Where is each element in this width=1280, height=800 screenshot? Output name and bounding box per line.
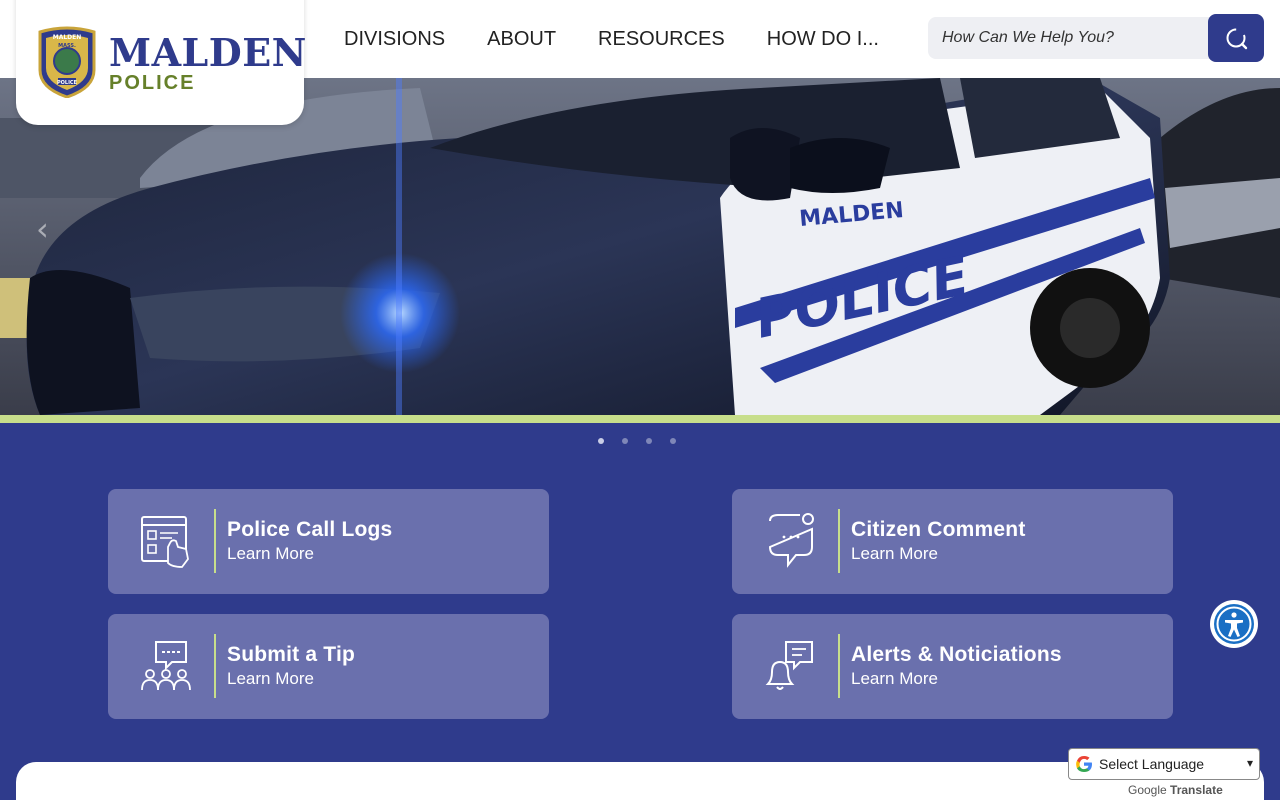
badge-text-mid: MASS. (58, 43, 76, 49)
card-learn-more[interactable]: Learn More (227, 544, 314, 564)
slide-dot-2[interactable] (622, 438, 628, 444)
card-title: Submit a Tip (227, 643, 356, 666)
slide-prev-arrow[interactable]: ‹ (36, 210, 49, 248)
logo-subtitle: POLICE (109, 72, 196, 94)
logo-link[interactable]: MALDEN MASS. POLICE MALDEN POLICE (16, 0, 307, 125)
search-input[interactable] (928, 17, 1188, 59)
alert-bell-icon (765, 641, 813, 690)
slide-dot-1[interactable] (598, 438, 604, 444)
card-title: Police Call Logs (227, 518, 393, 541)
powered-by-google: Google Translate (1128, 783, 1223, 797)
card-learn-more[interactable]: Learn More (227, 669, 314, 689)
slide-dot-3[interactable] (646, 438, 652, 444)
search-box (928, 17, 1228, 59)
card-citizen-comment[interactable]: Citizen Comment Learn More (732, 489, 1173, 594)
logo-title: MALDEN (109, 30, 307, 75)
badge-text-bottom: POLICE (57, 80, 78, 86)
slide-dots (598, 438, 676, 444)
comment-bubble-icon (768, 513, 814, 568)
nav-item-divisions[interactable]: DIVISIONS (330, 28, 459, 51)
accessibility-button[interactable] (1210, 600, 1258, 648)
slide-dot-4[interactable] (670, 438, 676, 444)
card-learn-more[interactable]: Learn More (851, 669, 938, 689)
badge-text-top: MALDEN (53, 34, 82, 41)
chevron-down-icon: ▾ (1246, 756, 1253, 770)
search-icon (1226, 28, 1248, 50)
translate-link[interactable]: Translate (1170, 783, 1223, 797)
police-badge-icon: MALDEN MASS. POLICE (38, 26, 96, 98)
hero-slideshow: MALDEN POLICE (0, 78, 1280, 415)
nav-item-about[interactable]: ABOUT (473, 28, 570, 51)
card-learn-more[interactable]: Learn More (851, 544, 938, 564)
language-select[interactable]: Select Language ▾ (1068, 748, 1260, 780)
accessibility-icon (1214, 604, 1254, 644)
tip-people-icon (141, 641, 191, 691)
nav-item-resources[interactable]: RESOURCES (584, 28, 739, 51)
card-divider (838, 509, 840, 573)
hero-accent-stripe (0, 415, 1280, 423)
google-wordmark: Google (1128, 783, 1167, 797)
hero-police-car-image: MALDEN POLICE (0, 78, 1280, 415)
card-alerts-notifications[interactable]: Alerts & Noticiations Learn More (732, 614, 1173, 719)
search-button[interactable] (1208, 14, 1264, 62)
main-nav: DIVISIONS ABOUT RESOURCES HOW DO I... (330, 0, 907, 78)
card-divider (214, 509, 216, 573)
card-divider (214, 634, 216, 698)
nav-item-how-do-i[interactable]: HOW DO I... (753, 28, 893, 51)
card-title: Alerts & Noticiations (851, 643, 1062, 666)
card-divider (838, 634, 840, 698)
call-logs-icon (141, 516, 189, 568)
google-g-icon (1076, 755, 1092, 772)
card-title: Citizen Comment (851, 518, 1026, 541)
card-submit-a-tip[interactable]: Submit a Tip Learn More (108, 614, 549, 719)
language-select-label: Select Language (1099, 756, 1205, 772)
card-police-call-logs[interactable]: Police Call Logs Learn More (108, 489, 549, 594)
